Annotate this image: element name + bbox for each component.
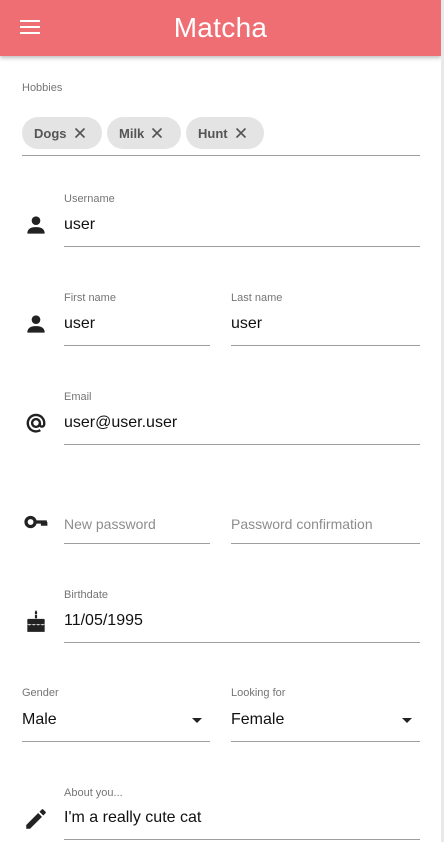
first-name-input[interactable]: user <box>64 315 95 333</box>
pencil-icon <box>23 806 49 832</box>
username-label: Username <box>64 193 115 205</box>
username-underline <box>64 246 420 247</box>
chip-label: Milk <box>119 125 145 141</box>
chip-dogs: Dogs <box>22 117 102 149</box>
app-bar: Matcha <box>0 0 441 56</box>
app-title: Matcha <box>173 12 268 43</box>
first-name-label: First name <box>64 292 116 304</box>
hobbies-label: Hobbies <box>22 82 63 94</box>
username-input[interactable]: user <box>64 216 95 234</box>
gender-label: Gender <box>22 687 59 699</box>
birthdate-underline <box>64 642 420 643</box>
chip-close-icon[interactable] <box>74 127 86 139</box>
chevron-down-icon[interactable] <box>192 718 202 723</box>
chip-close-icon[interactable] <box>235 127 247 139</box>
new-password-input[interactable]: New password <box>64 516 156 532</box>
chip-label: Dogs <box>34 125 67 141</box>
new-password-underline <box>64 543 210 544</box>
person-icon <box>23 311 49 337</box>
key-icon <box>23 509 49 535</box>
email-label: Email <box>64 391 92 403</box>
gender-select[interactable]: Male <box>22 711 57 729</box>
cake-icon <box>23 608 49 634</box>
person-icon <box>23 212 49 238</box>
hobbies-underline <box>22 155 420 156</box>
looking-for-underline <box>231 741 420 742</box>
last-name-input[interactable]: user <box>231 315 262 333</box>
about-input[interactable]: I'm a really cute cat <box>64 809 201 827</box>
chip-hunt: Hunt <box>186 117 264 149</box>
gender-underline <box>22 741 210 742</box>
looking-for-select[interactable]: Female <box>231 711 284 729</box>
password-confirmation-input[interactable]: Password confirmation <box>231 516 373 532</box>
looking-for-label: Looking for <box>231 687 286 699</box>
birthdate-input[interactable]: 11/05/1995 <box>64 612 143 630</box>
chip-label: Hunt <box>198 125 228 141</box>
about-underline <box>64 839 420 840</box>
email-underline <box>64 444 420 445</box>
at-sign-icon <box>23 410 49 436</box>
email-input[interactable]: user@user.user <box>64 414 177 432</box>
about-label: About you... <box>64 787 123 799</box>
chevron-down-icon[interactable] <box>402 718 412 723</box>
birthdate-label: Birthdate <box>64 589 109 601</box>
password-confirmation-underline <box>231 543 420 544</box>
last-name-underline <box>231 345 420 346</box>
chip-close-icon[interactable] <box>151 127 163 139</box>
last-name-label: Last name <box>231 292 283 304</box>
chip-milk: Milk <box>107 117 181 149</box>
profile-form-page: Matcha Hobbies Dogs Milk Hunt Username u… <box>0 0 441 842</box>
first-name-underline <box>64 345 210 346</box>
